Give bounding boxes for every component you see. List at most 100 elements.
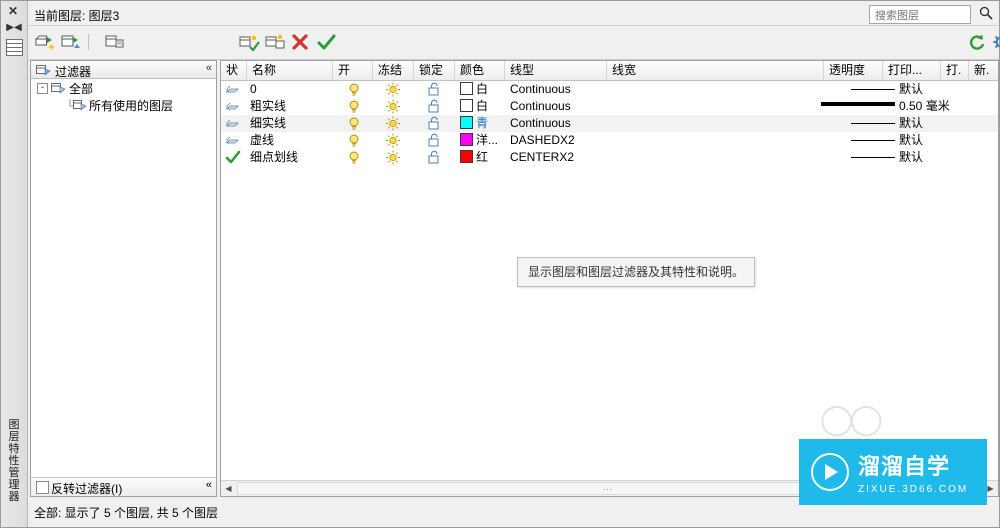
sun-icon[interactable] xyxy=(385,98,401,115)
sun-icon[interactable] xyxy=(385,81,401,98)
layer-isolate-icon[interactable] xyxy=(264,32,286,52)
layer-status-icon[interactable] xyxy=(226,98,242,115)
layer-filter-icon xyxy=(36,63,51,76)
layer-name[interactable]: 细点划线 xyxy=(250,149,334,166)
layer-lineweight[interactable]: 默认 xyxy=(851,132,923,149)
properties-icon[interactable] xyxy=(6,39,23,56)
set-current-layer-icon[interactable] xyxy=(238,32,260,52)
column-header-color[interactable]: 颜色 xyxy=(455,61,505,80)
layer-name[interactable]: 粗实线 xyxy=(250,98,334,115)
layer-linetype[interactable]: Continuous xyxy=(510,98,606,115)
status-text: 全部: 显示了 5 个图层, 共 5 个图层 xyxy=(34,504,218,521)
sun-icon[interactable] xyxy=(385,149,401,166)
layer-states-icon[interactable] xyxy=(104,32,126,52)
play-icon xyxy=(811,453,849,491)
chevron-double-left-icon[interactable]: « xyxy=(206,479,212,491)
layer-status-icon[interactable] xyxy=(226,115,242,132)
color-label: 白 xyxy=(476,99,488,113)
column-header-on[interactable]: 开 xyxy=(333,61,373,80)
column-header-new-vp-freeze[interactable]: 新. xyxy=(969,61,998,80)
invert-filter-row[interactable]: 反转过滤器(I) « xyxy=(31,477,216,496)
table-row[interactable]: 粗实线 白 Continuous 0.50 毫米 0 Color_ xyxy=(221,98,998,115)
current-layer-label: 当前图层: 图层3 xyxy=(34,7,119,24)
layer-lineweight[interactable]: 默认 xyxy=(851,149,923,166)
unlocked-icon[interactable] xyxy=(427,149,441,166)
tree-item-label: 全部 xyxy=(69,80,93,97)
color-swatch xyxy=(460,82,473,95)
layer-color[interactable]: 白 xyxy=(460,98,488,115)
layer-linetype[interactable]: Continuous xyxy=(510,81,606,98)
layer-lineweight[interactable]: 默认 xyxy=(851,115,923,132)
layer-status-icon[interactable] xyxy=(226,81,242,98)
column-header-plot[interactable]: 打. xyxy=(941,61,969,80)
invert-filter-checkbox[interactable] xyxy=(36,481,49,494)
color-swatch xyxy=(460,99,473,112)
color-label: 白 xyxy=(476,82,488,96)
close-icon[interactable]: ✕ xyxy=(8,5,18,17)
unlocked-icon[interactable] xyxy=(427,115,441,132)
layer-linetype[interactable]: CENTERX2 xyxy=(510,149,606,166)
palette-title: 图层特性管理器 xyxy=(6,419,22,503)
layer-linetype[interactable]: DASHEDX2 xyxy=(510,132,606,149)
column-header-lineweight[interactable]: 线宽 xyxy=(607,61,824,80)
search-input[interactable] xyxy=(873,7,969,24)
lineweight-label: 默认 xyxy=(899,116,923,130)
delete-layer-icon[interactable] xyxy=(290,32,312,52)
column-header-plotstyle[interactable]: 打印... xyxy=(883,61,941,80)
layer-lineweight[interactable]: 默认 xyxy=(851,81,923,98)
unlocked-icon[interactable] xyxy=(427,98,441,115)
new-layer-icon[interactable] xyxy=(34,32,56,52)
layer-color[interactable]: 红 xyxy=(460,149,488,166)
bulb-on-icon[interactable] xyxy=(347,132,361,149)
column-header-status[interactable]: 状 xyxy=(221,61,247,80)
new-layer-vp-frozen-icon[interactable] xyxy=(60,32,82,52)
bulb-on-icon[interactable] xyxy=(347,115,361,132)
search-box[interactable] xyxy=(869,5,971,24)
layer-name[interactable]: 细实线 xyxy=(250,115,334,132)
color-swatch xyxy=(460,150,473,163)
layer-filter-icon xyxy=(51,81,66,94)
set-current-check-icon[interactable] xyxy=(316,32,338,52)
bulb-on-icon[interactable] xyxy=(347,81,361,98)
bulb-on-icon[interactable] xyxy=(347,98,361,115)
expander-icon[interactable]: - xyxy=(37,83,48,94)
tooltip: 显示图层和图层过滤器及其特性和说明。 xyxy=(517,257,755,287)
layer-toolbar xyxy=(28,26,999,60)
column-header-name[interactable]: 名称 xyxy=(247,61,333,80)
lineweight-preview xyxy=(821,102,895,106)
layer-current-icon[interactable] xyxy=(225,149,242,166)
layer-linetype[interactable]: Continuous xyxy=(510,115,606,132)
table-row[interactable]: 0 白 Continuous 默认 0 Color_7 xyxy=(221,81,998,98)
layer-status-icon[interactable] xyxy=(226,132,242,149)
column-header-freeze[interactable]: 冻结 xyxy=(373,61,414,80)
lineweight-preview xyxy=(851,157,895,158)
layer-color[interactable]: 青 xyxy=(460,115,488,132)
layer-color[interactable]: 白 xyxy=(460,81,488,98)
bulb-on-icon[interactable] xyxy=(347,149,361,166)
layer-color[interactable]: 洋... xyxy=(460,132,498,149)
table-row[interactable]: 细点划线 红 CENTERX2 默认 0 Color_1 xyxy=(221,149,998,166)
layer-name[interactable]: 虚线 xyxy=(250,132,334,149)
unlocked-icon[interactable] xyxy=(427,81,441,98)
tree-item-all[interactable]: - 全部 xyxy=(31,79,216,96)
column-header-transparency[interactable]: 透明度 xyxy=(824,61,883,80)
refresh-icon[interactable] xyxy=(966,32,988,52)
settings-icon[interactable] xyxy=(990,32,1000,52)
scroll-left-icon[interactable]: ◀ xyxy=(221,481,236,496)
current-layer-bar: 当前图层: 图层3 xyxy=(28,2,999,26)
chevron-double-left-icon[interactable]: « xyxy=(206,62,212,74)
table-row[interactable]: 细实线 青 Continuous 默认 0 Color_4 xyxy=(221,115,998,132)
sun-icon[interactable] xyxy=(385,132,401,149)
invert-filter-label: 反转过滤器(I) xyxy=(51,480,122,497)
column-header-lock[interactable]: 锁定 xyxy=(414,61,455,80)
table-row[interactable]: 虚线 洋... DASHEDX2 默认 0 Color_6 xyxy=(221,132,998,149)
unlocked-icon[interactable] xyxy=(427,132,441,149)
tree-item-all-used-layers[interactable]: 所有使用的图层 xyxy=(31,96,216,113)
auto-hide-icon[interactable]: ▶◀ xyxy=(5,21,23,35)
color-label: 红 xyxy=(476,150,488,164)
layer-lineweight[interactable]: 0.50 毫米 xyxy=(821,98,950,115)
search-icon[interactable] xyxy=(979,6,993,20)
layer-name[interactable]: 0 xyxy=(250,81,334,98)
column-header-linetype[interactable]: 线型 xyxy=(505,61,607,80)
sun-icon[interactable] xyxy=(385,115,401,132)
